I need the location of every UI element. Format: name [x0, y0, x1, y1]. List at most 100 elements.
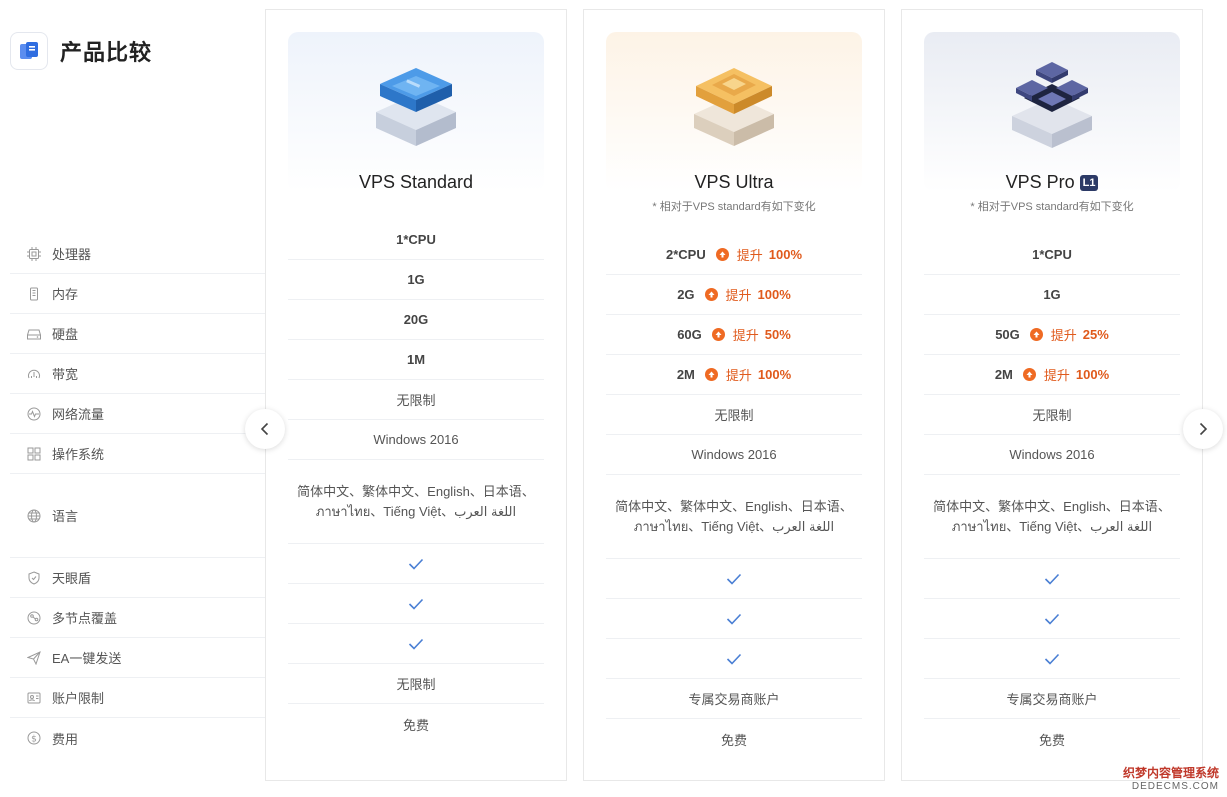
spec-shield: [606, 559, 862, 599]
spec-nodes: [288, 584, 544, 624]
spec-fee: 免费: [720, 732, 747, 748]
feature-label-language: 语言: [10, 474, 265, 558]
svg-text:$: $: [31, 735, 37, 745]
spec-bandwidth: 2M 提升 100%: [606, 355, 862, 395]
globe-icon: [26, 508, 42, 524]
spec-account: 专属交易商账户: [606, 679, 862, 719]
plan-name: VPS Pro L1: [902, 172, 1202, 193]
grid-icon: [26, 446, 42, 462]
page-header: 产品比较: [10, 32, 152, 70]
spec-ea: [606, 639, 862, 679]
spec-traffic: 无限制: [288, 380, 544, 420]
page-title: 产品比较: [60, 40, 153, 65]
feature-label-traffic: 网络流量: [10, 394, 265, 434]
spec-os: Windows 2016: [288, 420, 544, 460]
spec-cpu: 1*CPU: [924, 235, 1180, 275]
pulse-icon: [26, 406, 42, 422]
plan-note: * 相对于VPS standard有如下变化: [970, 201, 1134, 213]
upgrade-indicator: 提升 100%: [715, 245, 802, 264]
spec-nodes: [924, 599, 1180, 639]
spec-language: 简体中文、繁体中文、English、日本语、 ภาษาไทย、Tiếng Việt…: [924, 475, 1180, 559]
feature-label-disk: 硬盘: [10, 314, 265, 354]
upgrade-indicator: 提升 100%: [704, 285, 791, 304]
arrow-up-icon: [704, 368, 718, 381]
feature-label-column: 处理器 内存 硬盘 带宽 网络流量 操作系统 语言 天眼盾 多节点覆盖 EA一键…: [10, 234, 265, 758]
arrow-up-icon: [1029, 328, 1043, 341]
spec-memory: 1G: [288, 260, 544, 300]
plan-hero-standard: [288, 32, 544, 192]
spec-cpu: 1*CPU: [288, 220, 544, 260]
plan-card-pro: VPS Pro L1 * 相对于VPS standard有如下变化 1*CPU 1…: [901, 9, 1203, 781]
send-icon: [26, 650, 42, 666]
spec-bandwidth: 1M: [288, 340, 544, 380]
plan-hero-pro: [924, 32, 1180, 192]
watermark: 织梦内容管理系统 DEDECMS.COM: [1122, 766, 1219, 793]
memory-icon: [26, 286, 42, 302]
cpu-icon: [26, 246, 42, 262]
dollar-icon: $: [26, 730, 42, 746]
upgrade-indicator: 提升 100%: [1022, 365, 1109, 384]
check-icon: [726, 653, 742, 665]
spec-nodes: [606, 599, 862, 639]
spec-memory: 2G 提升 100%: [606, 275, 862, 315]
plan-hero-ultra: [606, 32, 862, 192]
gauge-icon: [26, 366, 42, 382]
feature-label-bandwidth: 带宽: [10, 354, 265, 394]
account-icon: [26, 690, 42, 706]
feature-label-nodes: 多节点覆盖: [10, 598, 265, 638]
feature-label-ea: EA一键发送: [10, 638, 265, 678]
spec-memory: 1G: [924, 275, 1180, 315]
feature-label-shield: 天眼盾: [10, 558, 265, 598]
check-icon: [1044, 573, 1060, 585]
plan-name: VPS Ultra: [694, 172, 774, 192]
spec-shield: [924, 559, 1180, 599]
arrow-up-icon: [715, 248, 729, 261]
spec-account: 无限制: [288, 664, 544, 704]
feature-label-fee: $ 费用: [10, 718, 265, 758]
arrow-up-icon: [1022, 368, 1036, 381]
feature-label-cpu: 处理器: [10, 234, 265, 274]
feature-label-account: 账户限制: [10, 678, 265, 718]
spec-bandwidth: 2M 提升 100%: [924, 355, 1180, 395]
arrow-up-icon: [704, 288, 718, 301]
spec-ea: [288, 624, 544, 664]
spec-disk: 50G 提升 25%: [924, 315, 1180, 355]
spec-traffic: 无限制: [606, 395, 862, 435]
server-navy-icon: [1012, 62, 1092, 148]
disk-icon: [26, 326, 42, 342]
check-icon: [408, 558, 424, 570]
next-button[interactable]: [1183, 409, 1223, 449]
spec-os: Windows 2016: [606, 435, 862, 475]
plan-level-badge: L1: [1079, 174, 1099, 191]
feature-label-memory: 内存: [10, 274, 265, 314]
nodes-icon: [26, 610, 42, 626]
chevron-left-icon: [260, 422, 269, 436]
spec-account: 专属交易商账户: [924, 679, 1180, 719]
chevron-right-icon: [1199, 422, 1208, 436]
server-blue-icon: [376, 68, 456, 146]
prev-button[interactable]: [245, 409, 285, 449]
plan-note: * 相对于VPS standard有如下变化: [652, 201, 816, 213]
check-icon: [408, 598, 424, 610]
check-icon: [408, 638, 424, 650]
spec-traffic: 无限制: [924, 395, 1180, 435]
spec-disk: 20G: [288, 300, 544, 340]
spec-fee: 免费: [1038, 732, 1065, 748]
check-icon: [1044, 653, 1060, 665]
plan-name: VPS Standard: [358, 172, 474, 192]
spec-language: 简体中文、繁体中文、English、日本语、 ภาษาไทย、Tiếng Việt…: [606, 475, 862, 559]
arrow-up-icon: [711, 328, 725, 341]
spec-os: Windows 2016: [924, 435, 1180, 475]
spec-fee: 免费: [402, 717, 429, 733]
upgrade-indicator: 提升 100%: [704, 365, 791, 384]
upgrade-indicator: 提升 25%: [1029, 325, 1109, 344]
check-icon: [726, 573, 742, 585]
check-icon: [1044, 613, 1060, 625]
plan-spec-list: 1*CPU 1G 50G 提升 25% 2M 提升 100% 无限制 Windows…: [924, 235, 1180, 759]
plan-spec-list: 2*CPU 提升 100% 2G 提升 100% 60G 提升 50% 2M 提升 10…: [606, 235, 862, 759]
compare-doc-icon: [10, 32, 48, 70]
spec-cpu: 2*CPU 提升 100%: [606, 235, 862, 275]
server-gold-icon: [694, 68, 774, 146]
plan-card-standard: VPS Standard 1*CPU 1G 20G 1M 无限制 Windows…: [265, 9, 567, 781]
shield-icon: [26, 570, 42, 586]
